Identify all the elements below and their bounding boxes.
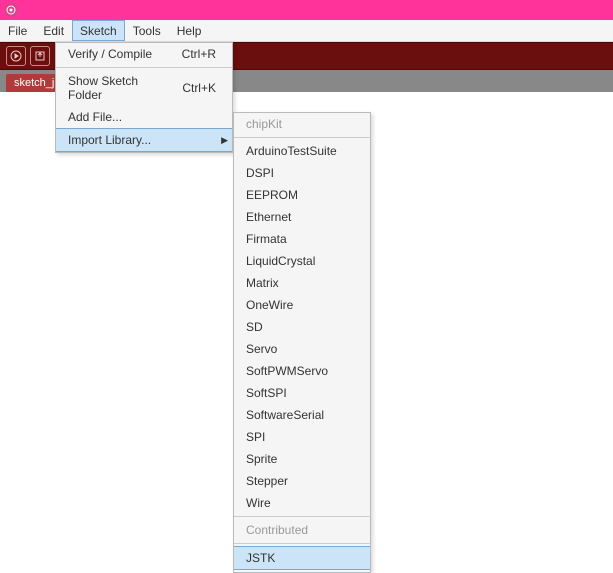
menu-item-label: Add File... [68, 110, 122, 124]
menu-item-label: SoftwareSerial [246, 408, 324, 422]
menu-item-add-file[interactable]: Add File... [56, 106, 232, 128]
menu-header-contributed: Contributed [234, 519, 370, 541]
app-icon [4, 3, 18, 17]
menu-help[interactable]: Help [169, 20, 210, 41]
menu-item-library[interactable]: ArduinoTestSuite [234, 140, 370, 162]
menu-item-library[interactable]: OneWire [234, 294, 370, 316]
menu-item-library[interactable]: Matrix [234, 272, 370, 294]
menu-item-import-library[interactable]: Import Library... ▶ [56, 128, 232, 152]
menu-item-label: JSTK [246, 551, 275, 565]
menu-item-label: SoftPWMServo [246, 364, 328, 378]
menu-item-label: OneWire [246, 298, 293, 312]
menu-item-library[interactable]: Wire [234, 492, 370, 514]
sketch-dropdown: Verify / Compile Ctrl+R Show Sketch Fold… [55, 42, 233, 153]
export-button[interactable] [30, 46, 50, 66]
menu-item-library[interactable]: Ethernet [234, 206, 370, 228]
menu-item-show-sketch-folder[interactable]: Show Sketch Folder Ctrl+K [56, 70, 232, 106]
menu-file[interactable]: File [0, 20, 35, 41]
menu-item-library[interactable]: SoftSPI [234, 382, 370, 404]
menu-item-library[interactable]: DSPI [234, 162, 370, 184]
menu-item-label: Ethernet [246, 210, 291, 224]
window-titlebar [0, 0, 613, 20]
menu-item-label: Sprite [246, 452, 277, 466]
submenu-arrow-icon: ▶ [221, 135, 228, 146]
menu-item-shortcut: Ctrl+R [182, 47, 216, 61]
menu-sketch[interactable]: Sketch [72, 20, 125, 41]
menu-item-library[interactable]: Servo [234, 338, 370, 360]
menu-separator [234, 543, 370, 544]
menu-item-shortcut: Ctrl+K [182, 81, 216, 95]
run-button[interactable] [6, 46, 26, 66]
menu-separator [234, 516, 370, 517]
menu-separator [56, 67, 232, 68]
import-library-dropdown: chipKit ArduinoTestSuite DSPI EEPROM Eth… [233, 112, 371, 573]
menu-item-label: ArduinoTestSuite [246, 144, 337, 158]
menu-item-label: Show Sketch Folder [68, 74, 162, 102]
menu-item-label: SPI [246, 430, 265, 444]
menu-item-label: Wire [246, 496, 271, 510]
menu-item-label: Firmata [246, 232, 287, 246]
menu-header-chipkit: chipKit [234, 113, 370, 135]
menu-item-label: EEPROM [246, 188, 298, 202]
menu-item-label: DSPI [246, 166, 274, 180]
menu-item-library[interactable]: SPI [234, 426, 370, 448]
menu-separator [234, 137, 370, 138]
menu-item-library[interactable]: EEPROM [234, 184, 370, 206]
menu-item-label: LiquidCrystal [246, 254, 315, 268]
menu-item-library[interactable]: Sprite [234, 448, 370, 470]
menu-item-library[interactable]: LiquidCrystal [234, 250, 370, 272]
menu-tools[interactable]: Tools [125, 20, 169, 41]
menu-item-library[interactable]: SoftPWMServo [234, 360, 370, 382]
menu-item-label: Stepper [246, 474, 288, 488]
menu-item-label: Matrix [246, 276, 279, 290]
menu-bar: File Edit Sketch Tools Help [0, 20, 613, 42]
menu-item-label: SD [246, 320, 263, 334]
menu-item-library[interactable]: SD [234, 316, 370, 338]
menu-item-library[interactable]: SoftwareSerial [234, 404, 370, 426]
menu-item-library-jstk[interactable]: JSTK [234, 546, 370, 570]
menu-item-label: Import Library... [68, 133, 151, 147]
menu-item-library[interactable]: Firmata [234, 228, 370, 250]
menu-item-label: SoftSPI [246, 386, 287, 400]
menu-item-verify-compile[interactable]: Verify / Compile Ctrl+R [56, 43, 232, 65]
menu-item-library[interactable]: Stepper [234, 470, 370, 492]
menu-item-label: Servo [246, 342, 277, 356]
menu-edit[interactable]: Edit [35, 20, 72, 41]
menu-item-label: Verify / Compile [68, 47, 152, 61]
